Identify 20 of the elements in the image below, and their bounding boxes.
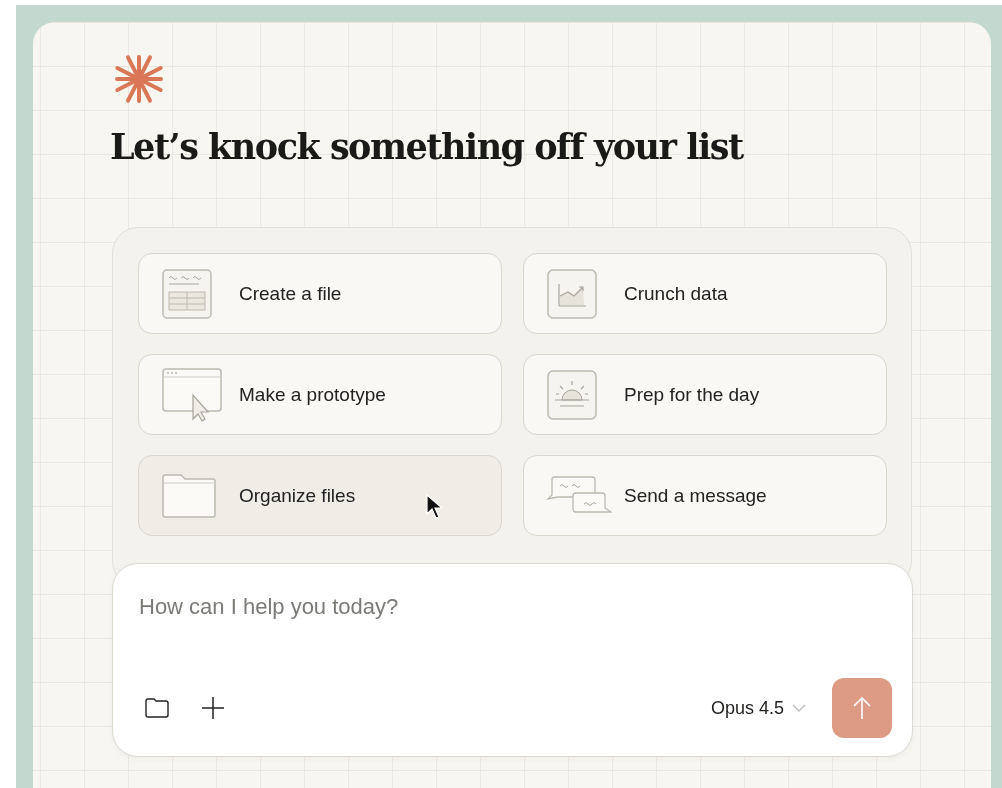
folder-icon bbox=[161, 472, 217, 519]
suggestion-button[interactable]: Create a file bbox=[138, 253, 502, 334]
suggestion-button[interactable]: Send a message bbox=[523, 455, 887, 536]
message-input[interactable]: How can I help you today? bbox=[139, 594, 739, 620]
suggestion-button[interactable]: Crunch data bbox=[523, 253, 887, 334]
suggestion-button[interactable]: Organize files bbox=[138, 455, 502, 536]
browser-window-icon bbox=[161, 366, 223, 423]
model-selector[interactable]: Opus 4.5 bbox=[710, 697, 806, 719]
table-icon bbox=[161, 267, 213, 320]
chart-icon bbox=[546, 267, 598, 320]
starburst-logo-icon bbox=[112, 52, 166, 106]
sunrise-icon bbox=[546, 368, 598, 421]
suggestion-button[interactable]: Make a prototype bbox=[138, 354, 502, 435]
chevron-down-icon bbox=[792, 704, 806, 712]
plus-icon[interactable] bbox=[201, 696, 225, 720]
suggestion-button[interactable]: Prep for the day bbox=[523, 354, 887, 435]
folder-icon[interactable] bbox=[145, 698, 169, 718]
mouse-pointer-icon bbox=[426, 494, 444, 520]
heading: Let’s knock something off your list bbox=[110, 126, 745, 167]
arrow-up-icon bbox=[853, 696, 871, 720]
